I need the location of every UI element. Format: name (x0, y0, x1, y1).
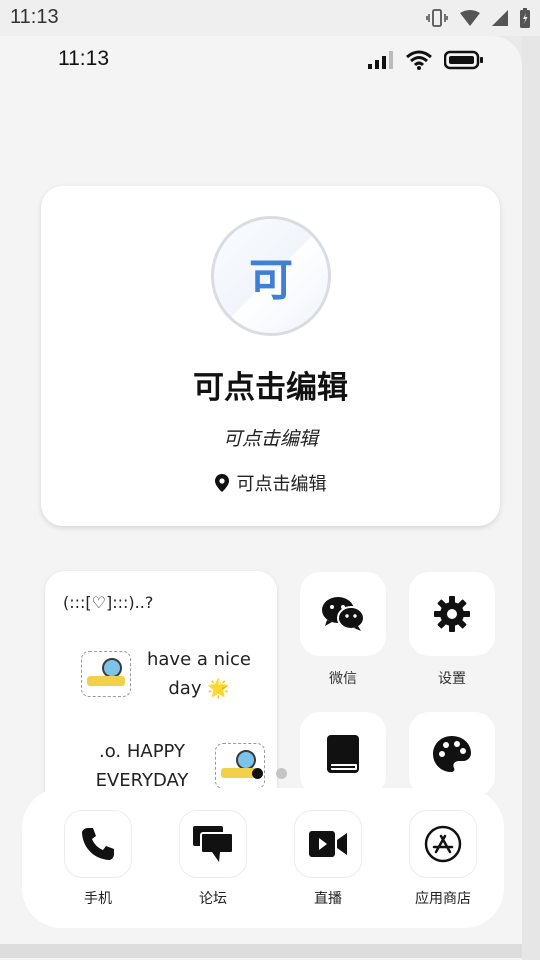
gear-icon (434, 596, 470, 632)
phone-clock: 11:13 (58, 47, 109, 70)
note-line-1: have a nice day 🌟 (81, 645, 261, 703)
profile-location[interactable]: 可点击编辑 (41, 470, 500, 496)
note-line-2: .o. HAPPY EVERYDAY (75, 737, 265, 795)
palette-icon (433, 736, 471, 772)
book-icon (327, 735, 359, 773)
signal-icon (492, 10, 508, 26)
note-line-2-text: .o. HAPPY EVERYDAY (95, 741, 189, 791)
location-text: 可点击编辑 (236, 474, 327, 495)
dock-app-forum[interactable]: 论坛 (173, 810, 253, 908)
dock-label: 论坛 (199, 891, 227, 907)
app-tile[interactable] (409, 572, 495, 656)
dock: 手机 论坛 直播 应用商店 (22, 788, 504, 928)
battery-charging-icon (520, 8, 530, 28)
phone-status-icons (368, 50, 484, 70)
avatar[interactable]: 可 (211, 216, 331, 336)
chat-bubbles-icon (193, 826, 234, 862)
app-settings[interactable]: 设置 (409, 572, 495, 688)
dock-label: 手机 (84, 891, 112, 907)
page-dot-active[interactable] (252, 768, 263, 779)
app-tile[interactable] (300, 572, 386, 656)
system-clock: 11:13 (10, 6, 59, 28)
app-wechat[interactable]: 微信 (300, 572, 386, 688)
wechat-icon (322, 597, 365, 631)
profile-subtitle[interactable]: 可点击编辑 (41, 424, 500, 451)
app-label: 设置 (438, 671, 466, 687)
page-dot[interactable] (276, 768, 287, 779)
profile-name[interactable]: 可点击编辑 (41, 362, 500, 407)
app-label: 微信 (329, 671, 357, 687)
sticker-image (81, 651, 131, 697)
battery-icon (444, 50, 483, 70)
dock-app-phone[interactable]: 手机 (58, 810, 138, 908)
cellular-signal-icon (368, 51, 393, 69)
phone-icon (82, 828, 114, 860)
note-line-1-text: have a nice day 🌟 (146, 649, 252, 699)
location-pin-icon (214, 474, 229, 492)
phone-screen: 11:13 可 可点击编辑 可点击编辑 可点击编辑 (:::[♡]:::)..?… (0, 36, 522, 960)
vibrate-icon (426, 9, 448, 27)
system-status-icons (426, 8, 530, 28)
app-tile[interactable] (409, 712, 495, 796)
note-title: (:::[♡]:::)..? (63, 593, 154, 612)
app-tile[interactable] (300, 712, 386, 796)
phone-status-bar: 11:13 (0, 36, 522, 86)
app-store-icon (424, 825, 462, 863)
profile-card[interactable]: 可 可点击编辑 可点击编辑 可点击编辑 (41, 186, 500, 526)
system-status-bar: 11:13 (0, 0, 540, 36)
wifi-icon (460, 10, 480, 26)
dock-app-live[interactable]: 直播 (288, 810, 368, 908)
wifi-icon (406, 50, 432, 70)
navigation-bar (0, 944, 522, 958)
dock-tile[interactable] (294, 810, 362, 878)
dock-label: 应用商店 (415, 891, 471, 907)
dock-tile[interactable] (64, 810, 132, 878)
avatar-initial: 可 (249, 255, 293, 306)
screen-edge (522, 36, 540, 960)
dock-label: 直播 (314, 891, 342, 907)
app-book[interactable] (300, 712, 386, 796)
dock-tile[interactable] (409, 810, 477, 878)
sticker-image (215, 743, 265, 789)
dock-app-store[interactable]: 应用商店 (403, 810, 483, 908)
app-theme[interactable] (409, 712, 495, 796)
video-camera-icon (309, 831, 347, 857)
dock-tile[interactable] (179, 810, 247, 878)
